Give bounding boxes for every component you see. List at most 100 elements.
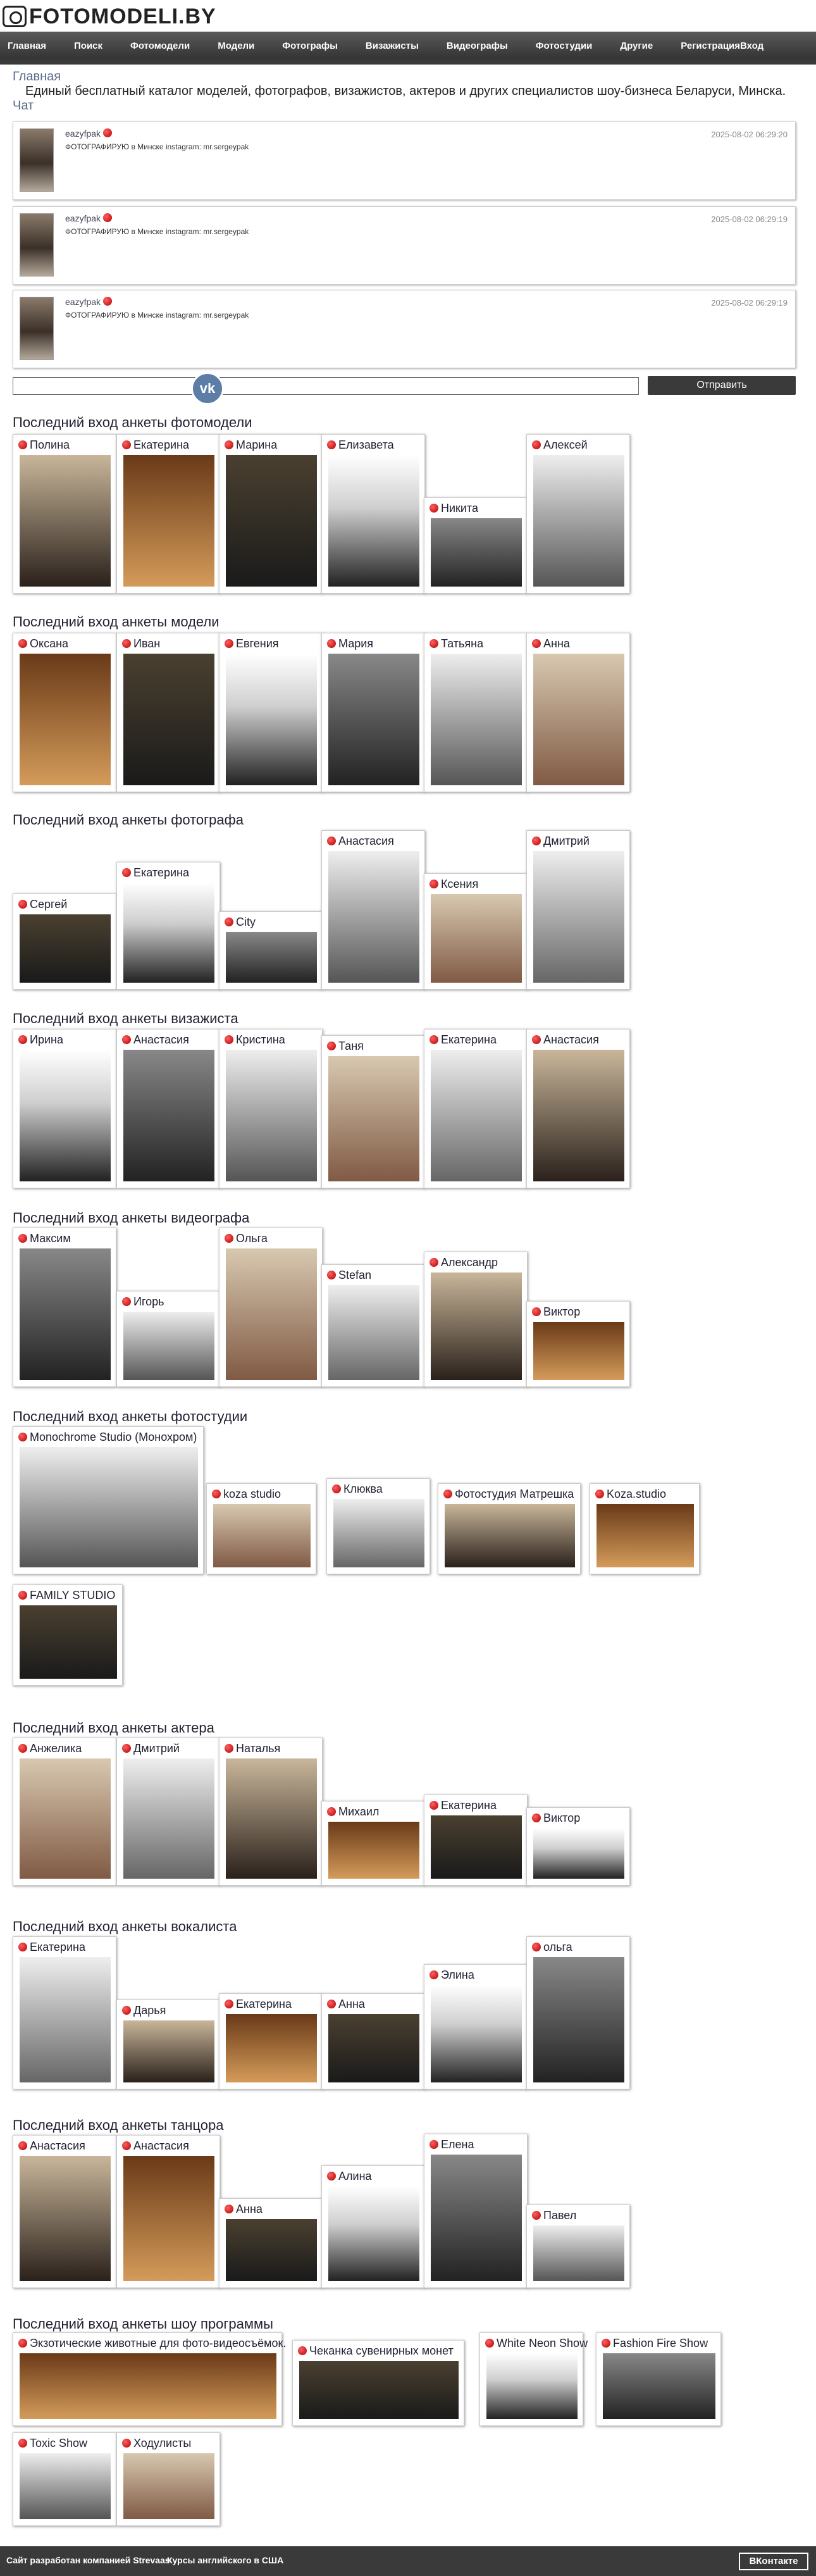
profile-photo[interactable] xyxy=(328,2186,419,2281)
profile-card[interactable]: Ксения xyxy=(424,873,528,990)
profile-name-text[interactable]: Анна xyxy=(236,2203,263,2215)
profile-photo[interactable] xyxy=(603,2353,715,2419)
profile-card[interactable]: Koza.studio xyxy=(590,1483,700,1574)
profile-name[interactable]: Марина xyxy=(225,439,277,452)
profile-name-text[interactable]: Оксана xyxy=(30,637,68,650)
profile-name-text[interactable]: Анастасия xyxy=(133,2139,189,2152)
profile-name-text[interactable]: Михаил xyxy=(338,1805,379,1818)
profile-photo[interactable] xyxy=(20,2353,276,2419)
profile-name[interactable]: Анастасия xyxy=(122,1033,189,1047)
profile-card[interactable]: Екатерина xyxy=(219,1993,323,2089)
profile-name-text[interactable]: Павел xyxy=(543,2209,576,2222)
profile-card[interactable]: Анжелика xyxy=(13,1738,116,1886)
profile-name-text[interactable]: Дмитрий xyxy=(133,1742,180,1755)
nav-item-4[interactable]: Фотографы xyxy=(282,40,338,51)
profile-card[interactable]: Анастасия xyxy=(116,2135,220,2288)
profile-card[interactable]: Ольга xyxy=(219,1228,323,1387)
profile-name[interactable]: Алексей xyxy=(532,439,588,452)
profile-photo[interactable] xyxy=(431,1815,522,1879)
profile-photo[interactable] xyxy=(123,2156,214,2281)
profile-photo[interactable] xyxy=(533,1050,624,1181)
profile-name[interactable]: Елизавета xyxy=(327,439,394,452)
profile-photo[interactable] xyxy=(431,2155,522,2281)
profile-photo[interactable] xyxy=(226,455,317,587)
profile-name-text[interactable]: Александр xyxy=(441,1256,498,1269)
vkontakte-button[interactable]: ВКонтакте xyxy=(739,2553,808,2570)
profile-photo[interactable] xyxy=(431,518,522,587)
profile-photo[interactable] xyxy=(533,851,624,983)
profile-card[interactable]: Элина xyxy=(424,1964,528,2089)
profile-card[interactable]: Анастасия xyxy=(526,1029,630,1188)
profile-photo[interactable] xyxy=(20,1605,117,1679)
profile-photo[interactable] xyxy=(20,1758,111,1879)
profile-card[interactable]: Наталья xyxy=(219,1738,323,1886)
profile-name[interactable]: City xyxy=(225,916,256,929)
profile-card[interactable]: Чеканка сувенирных монет xyxy=(292,2340,464,2426)
nav-item-7[interactable]: Фотостудии xyxy=(536,40,593,51)
profile-name-text[interactable]: Анастасия xyxy=(543,1033,599,1046)
profile-name[interactable]: Анастасия xyxy=(18,2139,85,2153)
profile-name[interactable]: Koza.studio xyxy=(595,1488,666,1501)
post-author-name[interactable]: eazyfpak xyxy=(65,213,101,223)
profile-name-text[interactable]: koza studio xyxy=(223,1488,281,1500)
post-author[interactable]: eazyfpak xyxy=(65,128,113,139)
post-author-name[interactable]: eazyfpak xyxy=(65,128,101,139)
profile-name-text[interactable]: Fashion Fire Show xyxy=(613,2337,708,2349)
profile-name[interactable]: Элина xyxy=(430,1969,474,1982)
profile-name-text[interactable]: Полина xyxy=(30,439,70,451)
profile-photo[interactable] xyxy=(328,654,419,785)
nav-item-8[interactable]: Другие xyxy=(620,40,653,51)
profile-name-text[interactable]: Toxic Show xyxy=(30,2437,87,2449)
profile-name[interactable]: Александр xyxy=(430,1256,498,1269)
profile-name-text[interactable]: Екатерина xyxy=(236,1998,292,2010)
nav-item-0[interactable]: Главная xyxy=(8,40,46,51)
site-logo[interactable]: FOTOMODELI.BY xyxy=(3,3,237,30)
profile-name[interactable]: Ксения xyxy=(430,878,478,891)
profile-card[interactable]: ольга xyxy=(526,1936,630,2089)
nav-item-3[interactable]: Модели xyxy=(218,40,254,51)
profile-card[interactable]: Алексей xyxy=(526,434,630,594)
profile-name-text[interactable]: White Neon Show xyxy=(497,2337,588,2349)
profile-name[interactable]: koza studio xyxy=(212,1488,281,1501)
profile-name[interactable]: Максим xyxy=(18,1232,71,1245)
profile-name[interactable]: Екатерина xyxy=(430,1799,497,1812)
profile-name-text[interactable]: Koza.studio xyxy=(607,1488,666,1500)
profile-name-text[interactable]: Дмитрий xyxy=(543,835,590,847)
profile-name[interactable]: Оксана xyxy=(18,637,68,650)
profile-name-text[interactable]: Мария xyxy=(338,637,373,650)
profile-name[interactable]: Иван xyxy=(122,637,160,650)
profile-name-text[interactable]: Элина xyxy=(441,1969,474,1981)
profile-photo[interactable] xyxy=(328,1056,419,1181)
profile-name-text[interactable]: Stefan xyxy=(338,1269,371,1281)
profile-name-text[interactable]: Екатерина xyxy=(30,1941,85,1953)
profile-name-text[interactable]: Иван xyxy=(133,637,160,650)
profile-name[interactable]: Екатерина xyxy=(122,439,189,452)
profile-photo[interactable] xyxy=(431,1272,522,1380)
nav-item-1[interactable]: Поиск xyxy=(74,40,102,51)
profile-name-text[interactable]: Евгения xyxy=(236,637,279,650)
profile-card[interactable]: Екатерина xyxy=(116,862,220,990)
profile-name-text[interactable]: Сергей xyxy=(30,898,67,911)
profile-photo[interactable] xyxy=(123,883,214,983)
profile-card[interactable]: Анастасия xyxy=(13,2135,116,2288)
profile-card[interactable]: Дмитрий xyxy=(116,1738,220,1886)
profile-name-text[interactable]: Екатерина xyxy=(133,439,189,451)
profile-photo[interactable] xyxy=(533,654,624,785)
profile-name-text[interactable]: Таня xyxy=(338,1040,364,1052)
profile-card[interactable]: Екатерина xyxy=(424,1795,528,1886)
profile-card[interactable]: Stefan xyxy=(321,1264,425,1387)
profile-photo[interactable] xyxy=(328,2014,419,2082)
profile-card[interactable]: Евгения xyxy=(219,633,323,792)
profile-name-text[interactable]: Фотостудия Матрешка xyxy=(455,1488,574,1500)
profile-name-text[interactable]: Анастасия xyxy=(133,1033,189,1046)
profile-photo[interactable] xyxy=(445,1504,575,1567)
profile-card[interactable]: Анна xyxy=(526,633,630,792)
profile-name-text[interactable]: Клюква xyxy=(343,1483,383,1495)
profile-name-text[interactable]: Анжелика xyxy=(30,1742,82,1755)
chat-input[interactable] xyxy=(13,377,639,395)
profile-name-text[interactable]: Екатерина xyxy=(441,1799,497,1812)
profile-name-text[interactable]: Алексей xyxy=(543,439,588,451)
profile-card[interactable]: City xyxy=(219,911,323,990)
profile-name[interactable]: Наталья xyxy=(225,1742,280,1755)
profile-name-text[interactable]: Ходулисты xyxy=(133,2437,191,2449)
